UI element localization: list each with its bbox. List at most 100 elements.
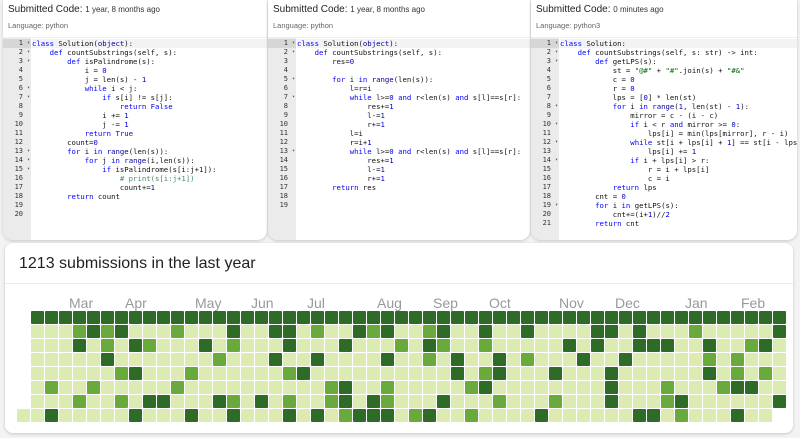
heatmap-cell[interactable] bbox=[255, 395, 268, 408]
heatmap-cell[interactable] bbox=[745, 339, 758, 352]
heatmap-cell[interactable] bbox=[325, 339, 338, 352]
heatmap-cell[interactable] bbox=[689, 367, 702, 380]
heatmap-cell[interactable] bbox=[633, 325, 646, 338]
heatmap-cell[interactable] bbox=[339, 409, 352, 422]
heatmap-cell[interactable] bbox=[283, 367, 296, 380]
heatmap-cell[interactable] bbox=[409, 395, 422, 408]
heatmap-cell[interactable] bbox=[311, 339, 324, 352]
heatmap-cell[interactable] bbox=[633, 409, 646, 422]
heatmap-cell[interactable] bbox=[395, 325, 408, 338]
heatmap-cell[interactable] bbox=[353, 381, 366, 394]
heatmap-cell[interactable] bbox=[143, 409, 156, 422]
heatmap-cell[interactable] bbox=[59, 367, 72, 380]
heatmap-cell[interactable] bbox=[703, 325, 716, 338]
heatmap-cell[interactable] bbox=[437, 353, 450, 366]
heatmap-cell[interactable] bbox=[717, 339, 730, 352]
heatmap-cell[interactable] bbox=[311, 367, 324, 380]
heatmap-cell[interactable] bbox=[255, 381, 268, 394]
heatmap-cell[interactable] bbox=[213, 353, 226, 366]
fold-arrow-icon[interactable]: ▾ bbox=[555, 102, 558, 111]
heatmap-cell[interactable] bbox=[367, 353, 380, 366]
heatmap-cell[interactable] bbox=[689, 395, 702, 408]
heatmap-cell[interactable] bbox=[325, 381, 338, 394]
heatmap-cell[interactable] bbox=[339, 311, 352, 324]
heatmap-cell[interactable] bbox=[227, 325, 240, 338]
heatmap-cell[interactable] bbox=[199, 381, 212, 394]
heatmap-cell[interactable] bbox=[465, 367, 478, 380]
heatmap-cell[interactable] bbox=[381, 409, 394, 422]
heatmap-cell[interactable] bbox=[325, 367, 338, 380]
heatmap-cell[interactable] bbox=[31, 395, 44, 408]
heatmap-cell[interactable] bbox=[143, 311, 156, 324]
heatmap-cell[interactable] bbox=[115, 325, 128, 338]
heatmap-cell[interactable] bbox=[45, 311, 58, 324]
heatmap-cell[interactable] bbox=[647, 353, 660, 366]
heatmap-cell[interactable] bbox=[31, 325, 44, 338]
heatmap-cell[interactable] bbox=[101, 325, 114, 338]
fold-arrow-icon[interactable]: ▾ bbox=[27, 57, 30, 66]
heatmap-cell[interactable] bbox=[395, 311, 408, 324]
heatmap-cell[interactable] bbox=[521, 311, 534, 324]
heatmap-cell[interactable] bbox=[549, 381, 562, 394]
heatmap-cell[interactable] bbox=[143, 353, 156, 366]
heatmap-cell[interactable] bbox=[353, 339, 366, 352]
heatmap-cell[interactable] bbox=[423, 311, 436, 324]
heatmap-cell[interactable] bbox=[157, 367, 170, 380]
heatmap-cell[interactable] bbox=[521, 367, 534, 380]
heatmap-cell[interactable] bbox=[591, 339, 604, 352]
heatmap-cell[interactable] bbox=[451, 353, 464, 366]
heatmap-cell[interactable] bbox=[255, 339, 268, 352]
heatmap-cell[interactable] bbox=[157, 325, 170, 338]
heatmap-cell[interactable] bbox=[45, 325, 58, 338]
heatmap-cell[interactable] bbox=[73, 325, 86, 338]
heatmap-cell[interactable] bbox=[129, 325, 142, 338]
code-lines[interactable]: class Solution(object): def countSubstri… bbox=[31, 38, 267, 240]
heatmap-cell[interactable] bbox=[577, 353, 590, 366]
heatmap-cell[interactable] bbox=[451, 325, 464, 338]
heatmap-cell[interactable] bbox=[619, 353, 632, 366]
heatmap-cell[interactable] bbox=[689, 381, 702, 394]
heatmap-cell[interactable] bbox=[45, 367, 58, 380]
heatmap-cell[interactable] bbox=[563, 339, 576, 352]
heatmap-cell[interactable] bbox=[367, 367, 380, 380]
heatmap-cell[interactable] bbox=[59, 325, 72, 338]
heatmap-cell[interactable] bbox=[157, 395, 170, 408]
heatmap-cell[interactable] bbox=[297, 381, 310, 394]
heatmap-cell[interactable] bbox=[577, 367, 590, 380]
heatmap-cell[interactable] bbox=[675, 367, 688, 380]
heatmap-cell[interactable] bbox=[45, 395, 58, 408]
heatmap-cell[interactable] bbox=[227, 311, 240, 324]
heatmap-cell[interactable] bbox=[465, 381, 478, 394]
heatmap-cell[interactable] bbox=[59, 339, 72, 352]
heatmap-cell[interactable] bbox=[73, 409, 86, 422]
heatmap-cell[interactable] bbox=[367, 311, 380, 324]
heatmap-cell[interactable] bbox=[633, 395, 646, 408]
heatmap-cell[interactable] bbox=[521, 409, 534, 422]
heatmap-cell[interactable] bbox=[283, 339, 296, 352]
heatmap-cell[interactable] bbox=[563, 409, 576, 422]
heatmap-cell[interactable] bbox=[199, 339, 212, 352]
heatmap-cell[interactable] bbox=[451, 381, 464, 394]
heatmap-cell[interactable] bbox=[647, 325, 660, 338]
heatmap-cell[interactable] bbox=[241, 339, 254, 352]
heatmap-cell[interactable] bbox=[465, 339, 478, 352]
heatmap-cell[interactable] bbox=[759, 381, 772, 394]
heatmap-cell[interactable] bbox=[101, 367, 114, 380]
heatmap-cell[interactable] bbox=[283, 409, 296, 422]
fold-arrow-icon[interactable]: ▾ bbox=[555, 48, 558, 57]
heatmap-cell[interactable] bbox=[577, 381, 590, 394]
heatmap-cell[interactable] bbox=[255, 311, 268, 324]
heatmap-cell[interactable] bbox=[101, 311, 114, 324]
fold-arrow-icon[interactable]: ▾ bbox=[27, 84, 30, 93]
heatmap-cell[interactable] bbox=[423, 367, 436, 380]
heatmap-cell[interactable] bbox=[437, 339, 450, 352]
heatmap-cell[interactable] bbox=[129, 339, 142, 352]
heatmap-cell[interactable] bbox=[703, 367, 716, 380]
heatmap-cell[interactable] bbox=[647, 409, 660, 422]
heatmap-cell[interactable] bbox=[451, 395, 464, 408]
heatmap-cell[interactable] bbox=[185, 381, 198, 394]
heatmap-cell[interactable] bbox=[661, 311, 674, 324]
heatmap-cell[interactable] bbox=[689, 311, 702, 324]
heatmap-cell[interactable] bbox=[381, 311, 394, 324]
heatmap-cell[interactable] bbox=[773, 367, 786, 380]
